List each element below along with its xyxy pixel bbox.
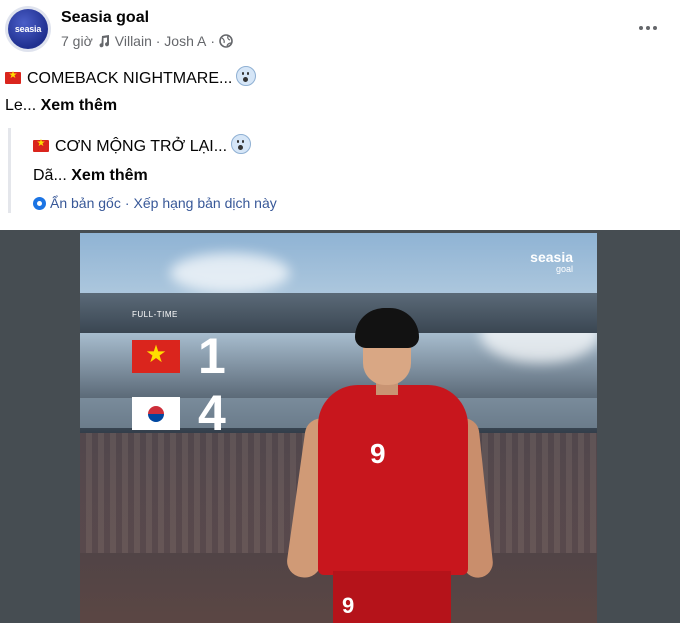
match-poster-image[interactable]: seasia goal FULL-TIME 1 4 9 9 — [80, 233, 597, 623]
translation-bar — [8, 128, 11, 213]
see-more-link[interactable]: Xem thêm — [71, 167, 147, 184]
player-hair — [355, 308, 419, 348]
score-row-korea: 4 — [132, 388, 226, 438]
scream-emoji-icon — [236, 66, 257, 86]
original-headline-text: COMEBACK NIGHTMARE... — [27, 70, 233, 87]
translated-preview-text: Dã... — [33, 167, 67, 184]
music-track[interactable]: Villain · Josh A — [115, 33, 207, 49]
cloud — [170, 253, 290, 293]
hide-original-link[interactable]: Ẩn bản gốc — [50, 195, 121, 211]
score-vietnam: 1 — [198, 328, 226, 384]
page-name-link[interactable]: Seasia goal — [61, 9, 149, 27]
page-avatar[interactable]: seasia — [5, 6, 51, 52]
original-headline: COMEBACK NIGHTMARE... — [5, 66, 257, 88]
post-header: seasia Seasia goal 7 giờ Villain · Josh … — [0, 0, 680, 60]
original-preview-text: Le... — [5, 97, 37, 114]
player-shirt — [318, 385, 468, 575]
brand-logo: seasia goal — [530, 250, 573, 275]
rate-translation-link[interactable]: Xếp hạng bản dịch này — [134, 195, 277, 211]
post-time[interactable]: 7 giờ — [61, 33, 93, 49]
vietnam-flag-icon — [33, 138, 49, 152]
avatar-logo: seasia — [8, 9, 48, 49]
scream-emoji-icon — [231, 134, 252, 154]
translated-headline-text: CƠN MỘNG TRỞ LẠI... — [55, 138, 228, 155]
shorts-number: 9 — [342, 593, 355, 618]
original-preview: Le... Xem thêm — [5, 97, 117, 115]
post-media[interactable]: seasia goal FULL-TIME 1 4 9 9 — [0, 230, 680, 623]
vietnam-flag-icon — [132, 339, 180, 373]
score-row-vietnam: 1 — [132, 331, 226, 381]
vietnam-flag-icon — [5, 70, 21, 84]
score-korea: 4 — [198, 385, 226, 441]
player-figure: 9 9 — [285, 303, 495, 623]
translated-preview: Dã... Xem thêm — [33, 167, 148, 185]
korea-flag-icon — [132, 396, 180, 430]
translated-headline: CƠN MỘNG TRỞ LẠI... — [33, 134, 252, 156]
music-icon — [97, 34, 111, 48]
dot-icon — [639, 26, 643, 30]
jersey-number: 9 — [370, 438, 386, 469]
globe-icon[interactable] — [219, 34, 233, 48]
dot-icon — [653, 26, 657, 30]
see-more-link[interactable]: Xem thêm — [41, 97, 117, 114]
settings-icon[interactable] — [33, 196, 46, 210]
post-meta: 7 giờ Villain · Josh A · — [61, 33, 233, 49]
more-options-button[interactable] — [636, 16, 660, 40]
meta-separator: · — [210, 33, 216, 49]
dot-icon — [646, 26, 650, 30]
translation-controls: Ẩn bản gốc · Xếp hạng bản dịch này — [33, 195, 277, 211]
meta-separator: · — [124, 195, 130, 211]
full-time-label: FULL-TIME — [132, 310, 178, 319]
